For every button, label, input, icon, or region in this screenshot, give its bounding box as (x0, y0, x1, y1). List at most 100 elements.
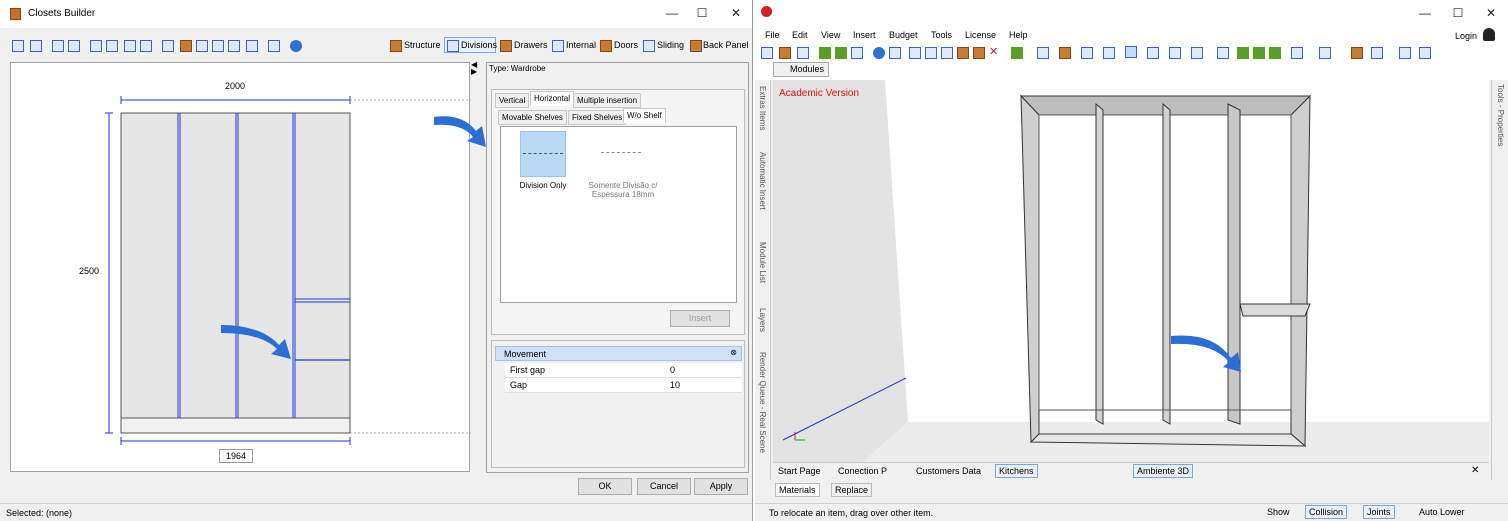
property-value[interactable]: 10 (670, 380, 680, 390)
tab-ambiente-3d[interactable]: Ambiente 3D (1133, 464, 1194, 478)
cube-icon[interactable] (1319, 47, 1331, 59)
side-tab-tools-properties[interactable]: Tools - Properties (1496, 84, 1505, 146)
arrows-icon[interactable] (1237, 47, 1249, 59)
dimension-icon[interactable] (1059, 47, 1071, 59)
camera-icon[interactable] (1371, 47, 1383, 59)
open-icon[interactable] (779, 47, 791, 59)
login-link[interactable]: Login (1455, 31, 1477, 41)
paint-icon[interactable] (957, 47, 969, 59)
cancel-button[interactable]: Cancel (637, 478, 691, 495)
property-value[interactable]: 0 (670, 365, 675, 375)
tab-horizontal[interactable]: Horizontal (530, 91, 575, 106)
light-icon[interactable] (1351, 47, 1363, 59)
undo-icon[interactable] (52, 40, 64, 52)
tab-back-panel[interactable]: Back Panel (703, 40, 749, 50)
ruler-icon[interactable] (1147, 47, 1159, 59)
collision-toggle[interactable]: Collision (1305, 505, 1348, 519)
redo-icon[interactable] (889, 47, 901, 59)
menu-edit[interactable]: Edit (792, 30, 808, 40)
menu-tools[interactable]: Tools (931, 30, 952, 40)
menu-help[interactable]: Help (1009, 30, 1028, 40)
help-icon[interactable] (290, 40, 302, 52)
show-dropdown[interactable]: Show (1267, 507, 1290, 517)
drawing-canvas[interactable]: 2000 2500 1964 (10, 62, 471, 472)
minimize-button[interactable]: — (662, 6, 682, 20)
delete-icon[interactable] (268, 40, 280, 52)
move-icon[interactable] (1399, 47, 1411, 59)
box-icon[interactable] (124, 40, 136, 52)
movement-header[interactable]: Movement ⊗ (495, 346, 742, 361)
close-button[interactable]: ✕ (1481, 6, 1501, 20)
insert-button[interactable]: Insert (670, 310, 730, 327)
grid-icon[interactable] (140, 40, 152, 52)
tab-sliding[interactable]: Sliding (657, 40, 684, 50)
menu-insert[interactable]: Insert (853, 30, 876, 40)
zoom-extents-icon[interactable] (196, 40, 208, 52)
zoom-in-icon[interactable] (212, 40, 224, 52)
tab-fixed-shelves[interactable]: Fixed Shelves (568, 110, 627, 125)
bucket-icon[interactable] (1169, 47, 1181, 59)
tab-drawers[interactable]: Drawers (514, 40, 548, 50)
delete-icon[interactable]: ✕ (989, 45, 998, 58)
measure-icon[interactable] (106, 40, 118, 52)
tab-conection[interactable]: Conection P (835, 465, 890, 477)
refresh-icon[interactable] (30, 40, 42, 52)
side-tab-automatic-insert[interactable]: Automatic Insert (758, 152, 767, 210)
cut-icon[interactable] (909, 47, 921, 59)
paste-icon[interactable] (941, 47, 953, 59)
new-icon[interactable] (761, 47, 773, 59)
user-icon[interactable] (1483, 28, 1495, 41)
tab-multiple-insertion[interactable]: Multiple insertion (573, 93, 642, 108)
tab-divisions[interactable]: Divisions (461, 40, 497, 50)
tab-kitchens[interactable]: Kitchens (995, 464, 1038, 478)
tab-structure[interactable]: Structure (404, 40, 441, 50)
maximize-button[interactable]: ☐ (692, 6, 712, 20)
pencil-icon[interactable] (90, 40, 102, 52)
3d-viewport[interactable]: Academic Version (773, 80, 1489, 462)
ok-button[interactable]: OK (578, 478, 632, 495)
new-icon[interactable] (12, 40, 24, 52)
print-icon[interactable] (851, 47, 863, 59)
chart-icon[interactable] (1191, 47, 1203, 59)
maximize-button[interactable]: ☐ (1448, 6, 1468, 20)
page-icon[interactable] (246, 40, 258, 52)
view-icon[interactable] (1291, 47, 1303, 59)
tab-internal[interactable]: Internal (566, 40, 596, 50)
tab-wo-shelf[interactable]: W/o Shelf (623, 108, 666, 123)
select-icon[interactable] (162, 40, 174, 52)
paint-icon[interactable] (180, 40, 192, 52)
arrows3-icon[interactable] (1269, 47, 1281, 59)
hammer-icon[interactable] (973, 47, 985, 59)
wall-icon[interactable] (1103, 47, 1115, 59)
tab-start-page[interactable]: Start Page (775, 465, 824, 477)
apply-button[interactable]: Apply (694, 478, 748, 495)
refresh-icon[interactable] (1011, 47, 1023, 59)
copy-icon[interactable] (925, 47, 937, 59)
auto-lower-toggle[interactable]: Auto Lower (1419, 507, 1465, 517)
tab-replace[interactable]: Replace (831, 483, 873, 497)
redo-icon[interactable] (68, 40, 80, 52)
division-18mm-item[interactable] (599, 131, 645, 177)
side-tab-render-queue[interactable]: Render Queue - Real Scene (758, 352, 767, 453)
module2-icon[interactable] (835, 47, 847, 59)
collapse-icon[interactable]: ⊗ (730, 348, 737, 357)
module-icon[interactable] (819, 47, 831, 59)
layout-icon[interactable] (1037, 47, 1049, 59)
tab-movable-shelves[interactable]: Movable Shelves (498, 110, 567, 125)
menu-license[interactable]: License (965, 30, 996, 40)
side-tab-module-list[interactable]: Module List (758, 242, 767, 283)
close-tab-button[interactable]: ✕ (1471, 465, 1479, 476)
menu-budget[interactable]: Budget (889, 30, 918, 40)
tab-doors[interactable]: Doors (614, 40, 638, 50)
property-row[interactable]: First gap 0 (505, 363, 742, 378)
arrows2-icon[interactable] (1253, 47, 1265, 59)
eye-icon[interactable] (1217, 47, 1229, 59)
save-icon[interactable] (797, 47, 809, 59)
property-row[interactable]: Gap 10 (505, 378, 742, 393)
tab-customers-data[interactable]: Customers Data (913, 465, 984, 477)
joints-toggle[interactable]: Joints (1363, 505, 1395, 519)
zoom-out-icon[interactable] (228, 40, 240, 52)
tab-materials[interactable]: Materials (775, 483, 820, 497)
palette-icon[interactable] (1419, 47, 1431, 59)
menu-view[interactable]: View (821, 30, 840, 40)
